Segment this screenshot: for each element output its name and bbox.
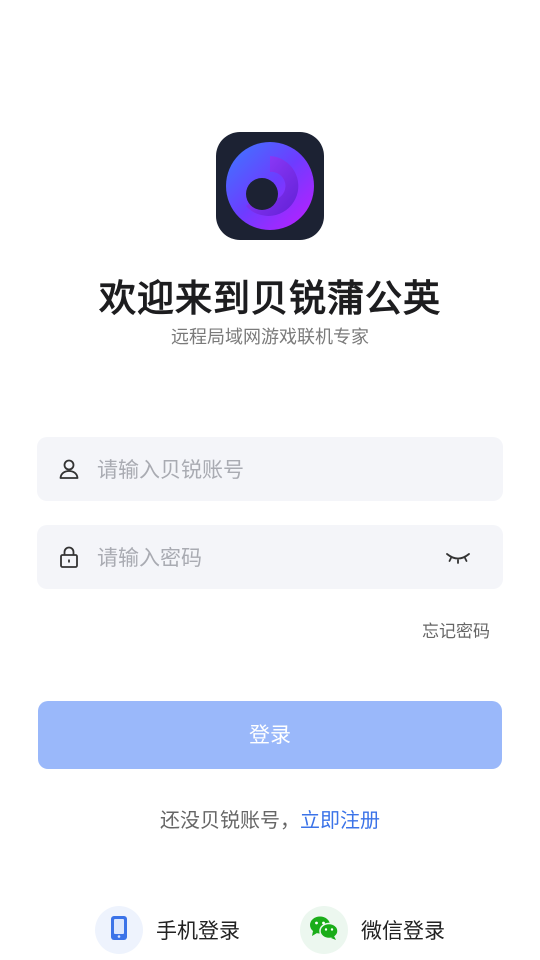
phone-login-button[interactable]: 手机登录 [95, 906, 240, 954]
forgot-password-link[interactable]: 忘记密码 [422, 617, 490, 642]
phone-login-circle [95, 906, 143, 954]
wechat-icon [309, 915, 339, 945]
account-input[interactable] [95, 449, 439, 491]
login-button[interactable]: 登录 [38, 701, 502, 769]
page-subtitle: 远程局域网游戏联机专家 [171, 327, 369, 348]
eye-closed-icon[interactable] [445, 547, 471, 567]
lock-icon [57, 545, 81, 569]
user-icon [57, 457, 81, 481]
app-logo [216, 132, 324, 240]
phone-icon [109, 915, 129, 945]
phone-login-label: 手机登录 [156, 919, 240, 943]
wechat-login-label: 微信登录 [361, 919, 445, 943]
page-title: 欢迎来到贝锐蒲公英 [99, 277, 441, 320]
register-prompt-text: 还没贝锐账号， [160, 808, 300, 832]
wechat-login-circle [300, 906, 348, 954]
wechat-login-button[interactable]: 微信登录 [300, 906, 445, 954]
account-field[interactable] [37, 437, 503, 501]
password-field[interactable] [37, 525, 503, 589]
register-prompt: 还没贝锐账号，立即注册 [0, 804, 540, 833]
password-input[interactable] [95, 537, 439, 579]
register-link[interactable]: 立即注册 [300, 808, 380, 832]
